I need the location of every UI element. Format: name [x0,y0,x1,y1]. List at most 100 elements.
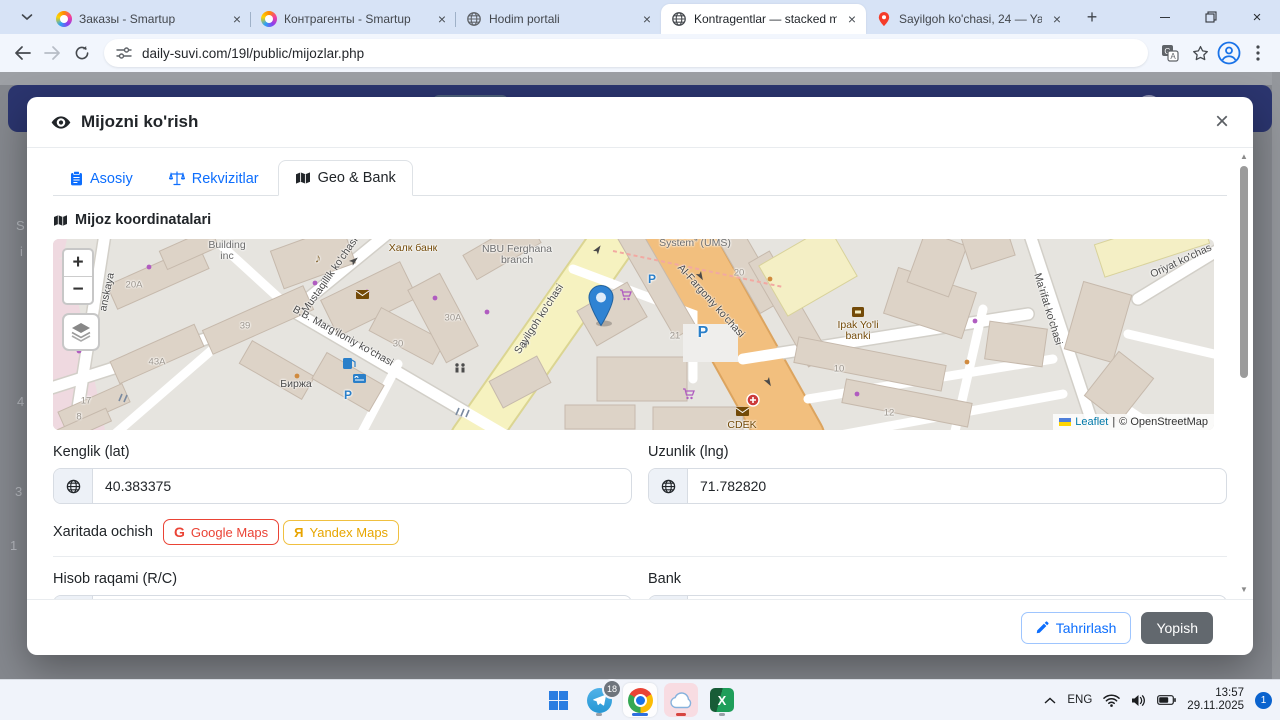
yandex-maps-button[interactable]: Я Yandex Maps [283,519,400,545]
tab-close-icon[interactable]: × [229,11,245,27]
housenumber: 30A [444,312,462,324]
telegram-app[interactable]: 18 [582,679,622,717]
tab-label: Rekvizitlar [191,170,259,187]
excel-app[interactable]: X [705,683,739,717]
chrome-app[interactable] [623,683,657,717]
edit-button[interactable]: Tahrirlash [1020,611,1132,644]
cloud-app[interactable] [664,683,698,717]
clock[interactable]: 13:57 29.11.2025 [1187,687,1244,713]
forward-button[interactable] [38,39,66,67]
map-people-icon [295,172,310,184]
music-note-icon: ♪ [314,250,322,266]
tabs-container: Заказы - Smartup × Контрагенты - Smartup… [46,0,1071,34]
dimmed-text-fragment: 3 [15,484,23,499]
page-scrollbar[interactable] [1272,72,1280,680]
osm-link[interactable]: © OpenStreetMap [1119,416,1208,428]
map-canvas [53,239,1214,430]
modal-scrollbar[interactable]: ▲ ▼ [1238,152,1250,595]
modal-title: Mijozni ko'rish [81,112,199,131]
bank-input-clipped[interactable] [648,595,1227,599]
back-button[interactable] [8,39,36,67]
reload-button[interactable] [68,39,96,67]
tab-close-icon[interactable]: × [844,11,860,27]
map-people-icon [54,214,67,226]
tab-close-icon[interactable]: × [639,11,655,27]
bank-row: Hisob raqami (R/C) Bank [53,567,1227,599]
minimize-button[interactable] [1142,0,1188,34]
tab-hodim-portali[interactable]: Hodim portali × [455,4,661,34]
housenumber: 30 [392,338,404,350]
page-top-strip [0,72,1280,85]
account-input-clipped[interactable] [53,595,632,599]
notification-badge[interactable]: 1 [1255,691,1272,709]
map-layers-control[interactable] [62,313,100,351]
bookmark-star-button[interactable] [1186,39,1214,67]
tab-geo-bank[interactable]: Geo & Bank [277,160,413,196]
google-g-icon: G [173,524,185,540]
windows-logo-icon [548,690,568,710]
tab-close-icon[interactable]: × [1049,11,1065,27]
smartup-favicon [56,11,72,27]
tab-zakazy[interactable]: Заказы - Smartup × [46,4,251,34]
profile-avatar[interactable] [1216,40,1242,66]
clipboard-icon [71,171,82,186]
system-tray: ENG 13:57 29.11.2025 1 [1044,680,1272,720]
scrollbar-thumb[interactable] [1240,166,1248,378]
input-addon [649,596,688,599]
tab-yandex-maps[interactable]: Sayilgoh ko'chasi, 24 — Yandex × [866,4,1071,34]
section-heading: Mijoz koordinatalari [53,212,1227,228]
restore-button[interactable] [1188,0,1234,34]
window-controls: × [1142,0,1280,34]
tray-chevron-up-icon[interactable] [1044,697,1056,704]
leaflet-link[interactable]: Leaflet [1075,416,1108,428]
google-maps-button[interactable]: G Google Maps [162,519,280,545]
wifi-icon[interactable] [1103,694,1121,707]
globe-favicon [466,11,482,27]
account-label: Hisob raqami (R/C) [53,571,178,587]
tab-label: Asosiy [90,170,133,187]
scroll-up-icon[interactable]: ▲ [1240,152,1248,162]
map-zoom-control: + − [62,248,94,305]
leaflet-map[interactable]: Sayilgoh ko'chasi Al-Fargoniy ko'chasi M… [53,239,1214,430]
new-tab-button[interactable]: + [1079,4,1105,30]
tab-asosiy[interactable]: Asosiy [53,160,150,196]
zoom-out-button[interactable]: − [64,276,92,303]
restore-icon [1205,11,1217,23]
browser-menu-button[interactable] [1244,39,1272,67]
lat-input[interactable]: 40.383375 [93,469,631,503]
tab-kontragenty[interactable]: Контрагенты - Smartup × [250,4,456,34]
map-marker[interactable] [588,284,614,327]
mijozni-korish-modal: Mijozni ko'rish × Asosiy Rekvizitlar Geo… [27,97,1253,655]
modal-footer: Tahrirlash Yopish [27,599,1253,655]
housenumber: 12 [883,407,895,419]
modal-close-button[interactable]: × [1215,110,1229,134]
lng-input[interactable]: 71.782820 [688,469,1226,503]
lat-input-group: 40.383375 [53,468,632,504]
start-button[interactable] [541,683,575,717]
language-indicator[interactable]: ENG [1067,694,1092,706]
url-text[interactable]: daily-suvi.com/19l/public/mijozlar.php [142,46,364,61]
tab-kontragentlar-active[interactable]: Kontragentlar — stacked moda × [661,4,866,34]
close-modal-button[interactable]: Yopish [1141,611,1213,644]
modal-body: Asosiy Rekvizitlar Geo & Bank Mijoz koor… [27,148,1253,599]
globe-favicon [671,11,687,27]
translate-button[interactable]: GA [1156,39,1184,67]
omnibox[interactable]: daily-suvi.com/19l/public/mijozlar.php [104,39,1148,67]
battery-icon[interactable] [1157,695,1177,705]
parking-ic on: P [647,272,657,286]
tab-search-button[interactable] [14,4,40,30]
tab-rekvizitlar[interactable]: Rekvizitlar [152,160,276,196]
close-window-button[interactable]: × [1234,0,1280,34]
parking-icon: P [343,388,353,402]
zoom-in-button[interactable]: + [64,250,92,276]
tab-close-icon[interactable]: × [434,11,450,27]
edit-label: Tahrirlash [1055,619,1117,636]
volume-icon[interactable] [1131,694,1146,707]
site-settings-icon[interactable] [116,46,132,60]
pencil-icon [1036,621,1049,634]
housenumber: 39 [239,320,251,332]
tab-title: Kontragentlar — stacked moda [694,12,837,26]
chevron-down-icon [21,14,33,21]
lng-input-group: 71.782820 [648,468,1227,504]
scroll-down-icon[interactable]: ▼ [1240,585,1248,595]
